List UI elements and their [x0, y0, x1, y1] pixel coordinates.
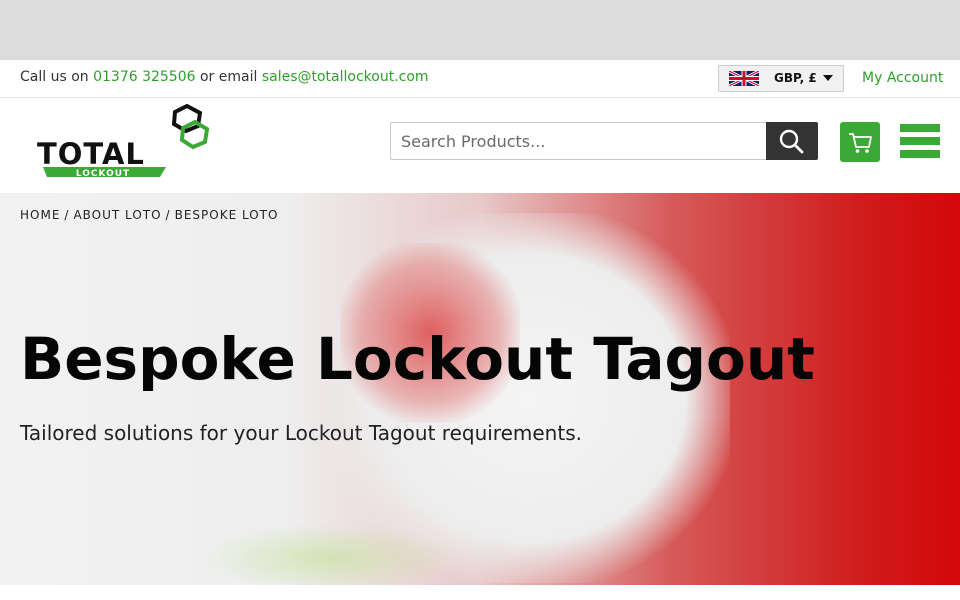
- site-header: TOTAL LOCKOUT: [0, 98, 960, 193]
- currency-selector[interactable]: GBP, £: [718, 65, 844, 92]
- call-label: Call us on: [20, 69, 89, 85]
- page-content-start: [0, 585, 960, 600]
- breadcrumb-separator: /: [64, 208, 70, 222]
- page-title: Bespoke Lockout Tagout: [20, 325, 815, 393]
- breadcrumb-bespoke-loto: BESPOKE LOTO: [174, 208, 279, 222]
- total-lockout-logo[interactable]: TOTAL LOCKOUT: [35, 104, 215, 184]
- email-link[interactable]: sales@totallockout.com: [262, 69, 429, 85]
- logo-sub-text: LOCKOUT: [76, 169, 130, 179]
- hero-background-blur: [200, 523, 460, 585]
- search-button[interactable]: [766, 122, 818, 160]
- currency-label: GBP, £: [774, 71, 817, 85]
- hamburger-menu-button[interactable]: [900, 122, 940, 160]
- top-bar: Call us on 01376 325506 or email sales@t…: [0, 60, 960, 98]
- phone-link[interactable]: 01376 325506: [93, 69, 195, 85]
- uk-flag-icon: [729, 71, 759, 86]
- hero-banner: HOME / ABOUT LOTO / BESPOKE LOTO Bespoke Loc…: [0, 193, 960, 585]
- search-form: [390, 122, 818, 160]
- menu-bar: [900, 124, 940, 132]
- cart-icon: [849, 133, 872, 153]
- search-icon: [779, 129, 804, 154]
- menu-bar: [900, 137, 940, 145]
- breadcrumb-about-loto[interactable]: ABOUT LOTO: [73, 208, 161, 222]
- search-input[interactable]: [390, 122, 766, 160]
- cart-button[interactable]: [840, 122, 880, 162]
- email-label: or email: [199, 69, 258, 85]
- logo-main-text: TOTAL: [37, 137, 145, 171]
- breadcrumb-separator: /: [165, 208, 171, 222]
- hero-tagline: Tailored solutions for your Lockout Tago…: [20, 421, 582, 445]
- browser-top-area: [0, 0, 960, 60]
- caret-down-icon: [823, 75, 833, 81]
- breadcrumb-home[interactable]: HOME: [20, 208, 60, 222]
- my-account-link[interactable]: My Account: [862, 70, 943, 86]
- menu-bar: [900, 150, 940, 158]
- contact-info: Call us on 01376 325506 or email sales@t…: [20, 69, 429, 85]
- breadcrumb: HOME / ABOUT LOTO / BESPOKE LOTO: [20, 208, 278, 222]
